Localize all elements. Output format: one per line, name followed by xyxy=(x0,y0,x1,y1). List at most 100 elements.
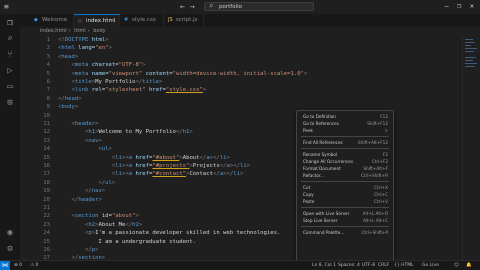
status-bar: ⋈ ⊗ 0 ⚠ 0 Ln 8, Col 1 Spaces: 4 UTF-8 CR… xyxy=(0,260,480,270)
code-line: </p> xyxy=(84,247,99,253)
menu-icon[interactable]: ≡ xyxy=(4,2,9,12)
menu-item-copy[interactable]: Copy Ctrl+C xyxy=(297,191,393,198)
line-number: 8 xyxy=(46,95,50,102)
code-line: <html lang="en"> xyxy=(58,45,112,52)
menu-item-go-to-references[interactable]: Go to References Shift+F12 xyxy=(297,120,393,127)
menu-item-open-with-live-server[interactable]: Open with Live Server Alt+L Alt+O xyxy=(297,210,393,217)
menu-separator xyxy=(301,226,389,227)
extensions-icon[interactable]: ⊞ xyxy=(5,98,15,108)
line-number: 12 xyxy=(43,129,50,136)
line-number: 14 xyxy=(43,146,50,153)
encoding-setting[interactable]: UTF-8 xyxy=(362,261,375,270)
editor-tabs: ◆ Welcome ◇ index.html # style.css JS script… xyxy=(20,14,480,27)
line-number: 22 xyxy=(43,213,50,220)
code-line: <link rel="stylesheet" href="style.css"> xyxy=(71,87,207,94)
account-icon[interactable]: ◉ xyxy=(5,228,15,238)
activity-bar: ❐ ⌕ ⑂ ▷ ▭ ⊞ ◉ ⚙ xyxy=(0,14,20,260)
tab-label: script.js xyxy=(176,17,198,23)
line-number: 20 xyxy=(43,196,50,203)
window-controls[interactable]: — ❐ ✕ xyxy=(444,2,474,10)
copilot-icon[interactable]: ☺ xyxy=(454,261,459,270)
explorer-icon[interactable]: ❐ xyxy=(5,18,15,28)
menu-item-peek[interactable]: Peek > xyxy=(297,127,393,134)
tab-index-html[interactable]: ◇ index.html xyxy=(74,14,120,27)
errors-indicator[interactable]: ⊗ 0 xyxy=(14,261,22,270)
source-control-icon[interactable]: ⑂ xyxy=(5,50,15,60)
menu-item-find-all-references[interactable]: Find All References Shift+Alt+F12 xyxy=(297,139,393,146)
line-number: 16 xyxy=(43,163,50,169)
line-number: 21 xyxy=(43,205,50,211)
remote-explorer-icon[interactable]: ▭ xyxy=(5,82,15,92)
minimap[interactable] xyxy=(462,35,480,260)
line-number: 6 xyxy=(46,79,50,85)
back-arrow-icon[interactable]: ← xyxy=(180,2,185,12)
line-number: 11 xyxy=(43,121,50,127)
code-line: <body> xyxy=(58,104,79,111)
code-line: I am a undergraduate student. xyxy=(58,238,197,245)
line-number: 15 xyxy=(43,154,50,161)
tab-style-css[interactable]: # style.css xyxy=(120,14,164,27)
gear-icon[interactable]: ⚙ xyxy=(5,244,15,254)
breadcrumb: index.html › html › body xyxy=(20,27,480,35)
context-menu: Go to Definition F12 Go to References Shif… xyxy=(296,110,394,262)
line-number: 3 xyxy=(46,53,50,60)
line-number: 23 xyxy=(43,221,50,228)
menu-item-refactor[interactable]: Refactor... Ctrl+Shift+R xyxy=(297,172,393,179)
remote-indicator-icon[interactable]: ⋈ xyxy=(0,261,10,270)
line-number: 7 xyxy=(46,87,50,94)
breadcrumb-item[interactable]: html xyxy=(74,28,85,34)
code-line: <nav> xyxy=(84,137,102,144)
menu-item-command-palette[interactable]: Command Palette... Ctrl+Shift+P xyxy=(297,229,393,236)
command-center-text: portfolio xyxy=(219,4,242,10)
menu-item-stop-live-server[interactable]: Stop Live Server Alt+L Alt+C xyxy=(297,217,393,224)
line-number: 17 xyxy=(43,171,50,178)
line-number: 18 xyxy=(43,179,50,186)
tab-label: style.css xyxy=(132,17,156,23)
run-debug-icon[interactable]: ▷ xyxy=(5,66,15,76)
menu-item-cut[interactable]: Cut Ctrl+X xyxy=(297,184,393,191)
css-file-icon: # xyxy=(124,17,129,23)
code-line: <li><a href="#about">About</a></li> xyxy=(111,154,230,161)
menu-item-format-document[interactable]: Format Document Shift+Alt+F xyxy=(297,165,393,172)
line-number: 10 xyxy=(43,112,50,119)
menu-item-go-to-definition[interactable]: Go to Definition F12 xyxy=(297,113,393,120)
menu-item-rename-symbol[interactable]: Rename Symbol F2 xyxy=(297,151,393,158)
line-number: 19 xyxy=(43,188,50,195)
code-line: <ul> xyxy=(98,146,112,153)
cursor-position[interactable]: Ln 8, Col 1 xyxy=(312,261,336,270)
code-line: </ul> xyxy=(98,179,116,186)
tab-welcome[interactable]: ◆ Welcome xyxy=(30,14,74,27)
menu-item-change-all-occurrences[interactable]: Change All Occurrences Ctrl+F2 xyxy=(297,158,393,165)
js-file-icon: JS xyxy=(168,17,173,23)
code-line: <meta name="viewport" content="width=dev… xyxy=(71,70,308,77)
code-line: </header> xyxy=(71,196,102,203)
forward-arrow-icon[interactable]: → xyxy=(190,2,195,12)
vscode-logo-icon: ◆ xyxy=(34,17,38,23)
line-number: 2 xyxy=(46,45,50,52)
search-icon[interactable]: ⌕ xyxy=(5,34,15,44)
breadcrumb-item[interactable]: body xyxy=(93,28,105,34)
code-line: <li><a href="#contact">Contact</a></li> xyxy=(111,171,244,178)
warnings-indicator[interactable]: ⚠ 0 xyxy=(30,261,38,270)
title-bar: ≡ ← → ⌕ portfolio — ❐ ✕ xyxy=(0,0,480,14)
menu-item-paste[interactable]: Paste Ctrl+V xyxy=(297,198,393,205)
command-center-search[interactable]: ⌕ portfolio xyxy=(204,2,314,11)
indentation-setting[interactable]: Spaces: 4 xyxy=(338,261,360,270)
go-live-button[interactable]: Go Live xyxy=(422,261,439,270)
code-editor[interactable]: 1 2 3 4 5 6 7 8 9 10 11 12 13 14 15 16 17 18 19 20 21 22 23 24 2… xyxy=(20,35,462,260)
breadcrumb-item[interactable]: index.html xyxy=(40,28,67,34)
line-number: 1 xyxy=(46,37,50,43)
language-mode[interactable]: {} HTML xyxy=(394,261,414,270)
code-line: <head> xyxy=(58,53,79,60)
code-line: <li><a href="#projects">Projects</a></li… xyxy=(111,163,251,169)
code-line: <h1>Welcome to My Portfolio</h1> xyxy=(84,129,193,136)
code-line: <header> xyxy=(71,121,99,127)
tab-label: Welcome xyxy=(42,17,68,23)
code-line: <h2>About Me</h2> xyxy=(84,221,143,228)
menu-separator xyxy=(301,207,389,208)
code-line: <section id="about"> xyxy=(71,213,139,220)
notifications-bell-icon[interactable]: 🔔 xyxy=(466,261,472,270)
line-number: 5 xyxy=(46,70,50,77)
tab-script-js[interactable]: JS script.js xyxy=(164,14,204,27)
line-ending-setting[interactable]: CRLF xyxy=(378,261,389,270)
